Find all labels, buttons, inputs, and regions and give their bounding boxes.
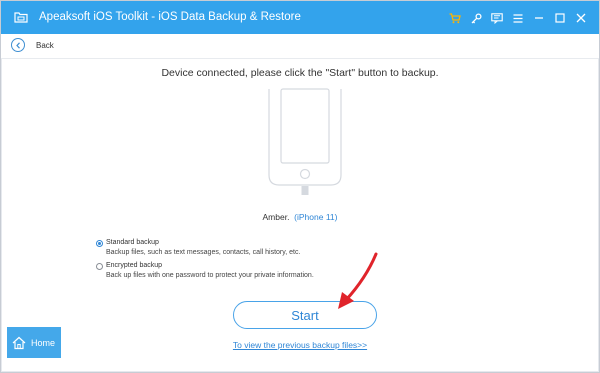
device-info: Amber. (iPhone 11) — [1, 212, 599, 222]
key-icon[interactable] — [466, 10, 486, 26]
app-window: Apeaksoft iOS Toolkit - iOS Data Backup … — [0, 0, 600, 373]
title-bar: Apeaksoft iOS Toolkit - iOS Data Backup … — [1, 1, 599, 34]
annotation-arrow-icon — [338, 252, 378, 309]
feedback-icon[interactable] — [487, 10, 507, 26]
encrypted-backup-radio[interactable] — [96, 263, 103, 270]
device-name: Amber. — [262, 212, 290, 222]
window-title: Apeaksoft iOS Toolkit - iOS Data Backup … — [39, 11, 301, 23]
close-icon[interactable] — [571, 10, 591, 26]
app-folder-icon — [14, 12, 28, 23]
title-bar-controls — [444, 10, 591, 26]
standard-backup-title: Standard backup — [106, 239, 159, 246]
standard-backup-description: Backup files, such as text messages, con… — [106, 249, 301, 256]
minimize-icon[interactable] — [529, 10, 549, 26]
encrypted-backup-title: Encrypted backup — [106, 262, 163, 269]
back-button[interactable]: Back — [11, 38, 54, 52]
home-icon — [12, 336, 26, 349]
back-arrow-icon — [11, 38, 25, 52]
cart-icon[interactable] — [445, 10, 465, 26]
home-label: Home — [31, 337, 56, 348]
device-model: (iPhone 11) — [294, 212, 338, 222]
previous-backups-link[interactable]: To view the previous backup files>> — [1, 340, 599, 350]
maximize-icon[interactable] — [550, 10, 570, 26]
back-label: Back — [36, 40, 54, 50]
home-button[interactable]: Home — [7, 327, 61, 358]
phone-illustration-icon — [268, 88, 342, 195]
standard-backup-radio[interactable] — [96, 240, 103, 247]
menu-icon[interactable] — [508, 10, 528, 26]
navigation-bar: Back — [1, 34, 599, 59]
status-message: Device connected, please click the "Star… — [161, 67, 439, 79]
encrypted-backup-description: Back up files with one password to prote… — [106, 272, 314, 279]
